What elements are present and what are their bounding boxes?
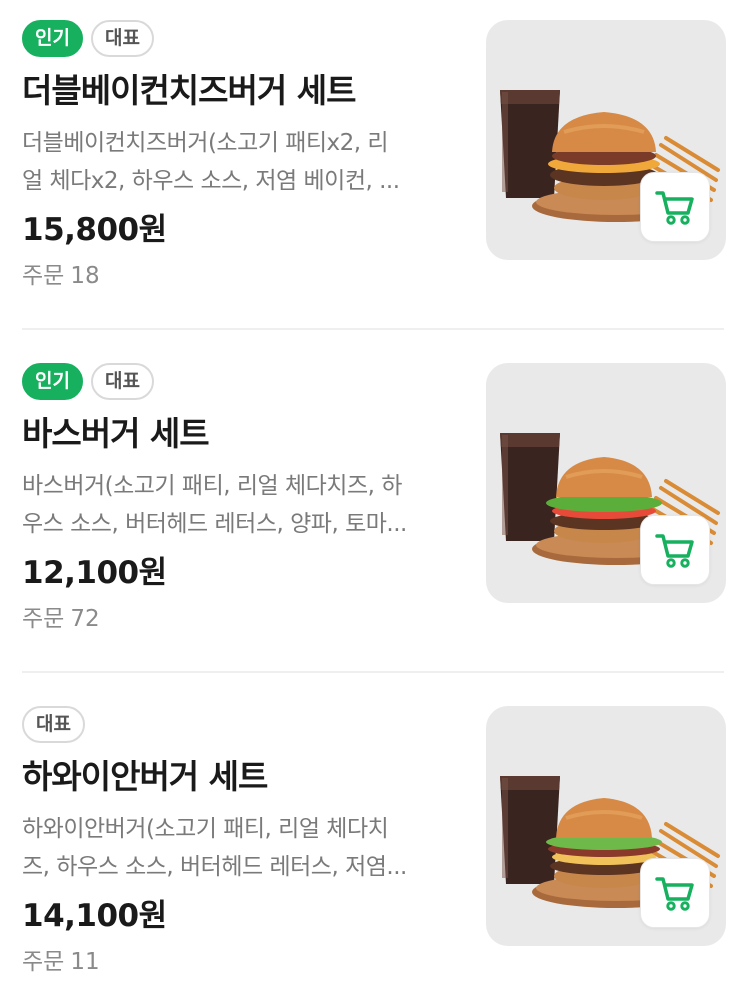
order-count: 주문 18: [22, 258, 100, 294]
shopping-cart-icon: [655, 191, 694, 225]
menu-item-price: 15,800원: [22, 212, 167, 248]
menu-item[interactable]: 인기 대표 바스버거 세트 바스버거(소고기 패티, 리얼 체다치즈, 하 우스…: [0, 343, 746, 643]
menu-item-price: 12,100원: [22, 555, 167, 591]
order-count-label: 주문: [22, 263, 65, 289]
popular-badge: 인기: [22, 20, 83, 57]
order-count-label: 주문: [22, 606, 65, 632]
menu-item-description: 더블베이컨치즈버거(소고기 패티x2, 리 얼 체다x2, 하우스 소스, 저염…: [22, 124, 452, 200]
menu-list: 인기 대표 더블베이컨치즈버거 세트 더블베이컨치즈버거(소고기 패티x2, 리…: [0, 0, 746, 988]
description-line: 더블베이컨치즈버거(소고기 패티x2, 리: [22, 130, 389, 156]
description-line: 하와이안버거(소고기 패티, 리얼 체다치: [22, 816, 389, 842]
divider: [22, 671, 724, 673]
menu-item-name: 바스버거 세트: [22, 414, 210, 453]
order-count-label: 주문: [22, 949, 65, 975]
menu-item-name: 더블베이컨치즈버거 세트: [22, 71, 356, 110]
order-count-value: 18: [70, 263, 100, 289]
signature-badge: 대표: [90, 363, 154, 400]
signature-badge: 대표: [90, 20, 154, 57]
description-line: 우스 소스, 버터헤드 레터스, 양파, 토마...: [22, 511, 407, 537]
badge-group: 대표: [22, 706, 85, 743]
menu-item[interactable]: 인기 대표 더블베이컨치즈버거 세트 더블베이컨치즈버거(소고기 패티x2, 리…: [0, 0, 746, 300]
order-count-value: 72: [70, 606, 100, 632]
menu-item[interactable]: 대표 하와이안버거 세트 하와이안버거(소고기 패티, 리얼 체다치 즈, 하우…: [0, 686, 746, 986]
menu-item-description: 바스버거(소고기 패티, 리얼 체다치즈, 하 우스 소스, 버터헤드 레터스,…: [22, 467, 452, 543]
add-to-cart-button[interactable]: [640, 858, 710, 928]
add-to-cart-button[interactable]: [640, 515, 710, 585]
divider: [22, 328, 724, 330]
menu-item-price: 14,100원: [22, 898, 167, 934]
order-count-value: 11: [70, 949, 100, 975]
order-count: 주문 11: [22, 944, 100, 980]
popular-badge: 인기: [22, 363, 83, 400]
description-line: 바스버거(소고기 패티, 리얼 체다치즈, 하: [22, 473, 402, 499]
add-to-cart-button[interactable]: [640, 172, 710, 242]
badge-group: 인기 대표: [22, 20, 154, 57]
order-count: 주문 72: [22, 601, 100, 637]
signature-badge: 대표: [22, 706, 85, 743]
menu-item-description: 하와이안버거(소고기 패티, 리얼 체다치 즈, 하우스 소스, 버터헤드 레터…: [22, 810, 452, 886]
shopping-cart-icon: [655, 534, 694, 568]
shopping-cart-icon: [655, 877, 694, 911]
description-line: 즈, 하우스 소스, 버터헤드 레터스, 저염...: [22, 854, 407, 880]
description-line: 얼 체다x2, 하우스 소스, 저염 베이컨, ...: [22, 168, 400, 194]
badge-group: 인기 대표: [22, 363, 154, 400]
menu-item-name: 하와이안버거 세트: [22, 757, 268, 796]
